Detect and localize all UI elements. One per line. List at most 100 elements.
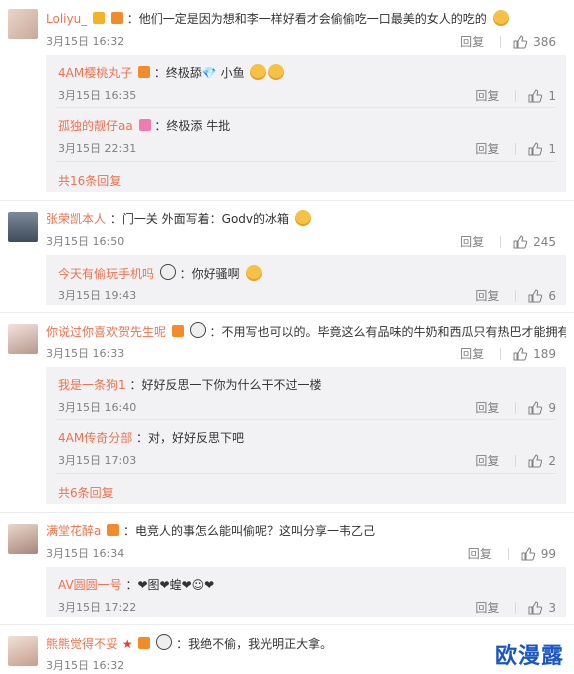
- avatar[interactable]: [8, 9, 38, 39]
- thumbs-up-icon[interactable]: [513, 346, 528, 361]
- like-count: 245: [533, 234, 556, 249]
- reply-item: 我是一条狗1 ：好好反思一下你为什么干不过一楼 3月15日 16:40 回复 9: [58, 376, 566, 416]
- emoji-icon: [492, 10, 509, 26]
- timestamp: 3月15日 16:50: [46, 235, 125, 248]
- badge-icon: [110, 12, 123, 24]
- reply-text: ：终极舔💎 小鱼: [153, 66, 245, 80]
- reply-actions: 回复 2: [475, 452, 556, 469]
- divider: [500, 347, 502, 360]
- username[interactable]: 你说过你喜欢贺先生呢: [46, 325, 166, 339]
- emoji-icon: [268, 64, 285, 80]
- like-count: 1: [548, 88, 556, 103]
- comment-text: ：门一关 外面写着：Godv的冰箱: [109, 212, 290, 226]
- badge-icon: [107, 524, 120, 536]
- reply-header: 孤独的靓仔aa ：终极添 牛批: [58, 117, 566, 134]
- thumbs-up-icon[interactable]: [528, 288, 543, 303]
- watermark: 欧漫露: [494, 644, 564, 669]
- like-count: 386: [533, 34, 556, 49]
- reply-username[interactable]: 今天有偷玩手机吗: [58, 267, 154, 281]
- divider: [515, 89, 517, 102]
- reply-button[interactable]: 回复: [460, 233, 484, 250]
- reply-button[interactable]: 回复: [475, 599, 499, 616]
- thumbs-up-icon[interactable]: [528, 453, 543, 468]
- reply-button[interactable]: 回复: [475, 452, 499, 469]
- comment: 熊熊觉得不妥 ★ ：我绝不偷，我光明正大拿。 3月15日 16:32: [0, 624, 574, 674]
- reply-text: ：对，好好反思下吧: [136, 431, 245, 445]
- comment-header: 熊熊觉得不妥 ★ ：我绝不偷，我光明正大拿。: [46, 634, 464, 652]
- avatar[interactable]: [8, 212, 38, 242]
- reply-list: AV圆圆一号 ：❤图❤蝗❤☺❤ 3月15日 17:22 回复 3: [46, 567, 566, 617]
- comment-text: ：他们一定是因为想和李一样好看才会偷偷吃一口最美的女人的吃的: [126, 12, 487, 26]
- reply-button[interactable]: 回复: [475, 399, 499, 416]
- comment: Loliyu_ ：他们一定是因为想和李一样好看才会偷偷吃一口最美的女人的吃的 3…: [0, 0, 574, 200]
- comment-actions: 回复 245: [460, 233, 556, 250]
- avatar[interactable]: [8, 324, 38, 354]
- timestamp: 3月15日 22:31: [58, 142, 137, 155]
- username[interactable]: 熊熊觉得不妥: [46, 637, 118, 651]
- avatar[interactable]: [8, 524, 38, 554]
- reply-button[interactable]: 回复: [475, 87, 499, 104]
- divider: [507, 547, 509, 560]
- divider: [56, 473, 556, 474]
- reply-button[interactable]: 回复: [475, 140, 499, 157]
- star-icon: ★: [121, 637, 133, 651]
- reply-username[interactable]: 4AM传奇分部: [58, 431, 132, 445]
- reply-text: ：好好反思一下你为什么干不过一楼: [129, 378, 322, 392]
- timestamp: 3月15日 17:03: [58, 454, 137, 467]
- more-replies-link[interactable]: 共16条回复: [58, 172, 121, 189]
- emoji-icon: [294, 210, 311, 226]
- timestamp: 3月15日 16:35: [58, 89, 137, 102]
- reply-username[interactable]: 我是一条狗1: [58, 378, 126, 392]
- username[interactable]: 张荣凯本人: [46, 212, 106, 226]
- thumbs-up-icon[interactable]: [528, 400, 543, 415]
- comment-text: ：电竞人的事怎么能叫偷呢？这叫分享一韦乙己: [123, 524, 376, 538]
- more-replies-link[interactable]: 共6条回复: [58, 484, 114, 501]
- timestamp: 3月15日 16:32: [46, 659, 125, 672]
- like-count: 9: [548, 400, 556, 415]
- comment-actions: 回复 99: [468, 545, 556, 562]
- comment-header: 你说过你喜欢贺先生呢 ：不用写也可以的。毕竟这么有品味的牛奶和西瓜只有热巴才能拥…: [46, 322, 566, 340]
- thumbs-up-icon[interactable]: [528, 88, 543, 103]
- reply-list: 今天有偷玩手机吗 ：你好骚啊 3月15日 19:43 回复 6: [46, 255, 566, 305]
- thumbs-up-icon[interactable]: [521, 546, 535, 561]
- divider: [515, 142, 517, 155]
- reply-username[interactable]: AV圆圆一号: [58, 578, 122, 592]
- divider: [515, 401, 517, 414]
- reply-item: 孤独的靓仔aa ：终极添 牛批 3月15日 22:31 回复 1: [58, 117, 566, 157]
- thumbs-up-icon[interactable]: [513, 34, 528, 49]
- like-count: 1: [548, 141, 556, 156]
- reply-button[interactable]: 回复: [468, 545, 492, 562]
- reply-username[interactable]: 孤独的靓仔aa: [58, 119, 133, 133]
- reply-button[interactable]: 回复: [460, 33, 484, 50]
- reply-item: 4AM樱桃丸子 ：终极舔💎 小鱼 3月15日 16:35 回复 1: [58, 64, 566, 104]
- divider: [500, 235, 502, 248]
- thumbs-up-icon[interactable]: [528, 600, 543, 615]
- like-count: 3: [548, 600, 556, 615]
- divider: [56, 107, 556, 108]
- like-count: 6: [548, 288, 556, 303]
- username[interactable]: 满堂花醉a: [46, 524, 101, 538]
- reply-item: AV圆圆一号 ：❤图❤蝗❤☺❤ 3月15日 17:22 回复 3: [58, 576, 566, 616]
- verified-icon: [93, 12, 106, 24]
- divider: [56, 419, 556, 420]
- like-count: 189: [533, 346, 556, 361]
- reply-button[interactable]: 回复: [460, 345, 484, 362]
- emoji-icon: [250, 64, 267, 80]
- thumbs-up-icon[interactable]: [528, 141, 543, 156]
- reply-username[interactable]: 4AM樱桃丸子: [58, 66, 132, 80]
- reply-list: 4AM樱桃丸子 ：终极舔💎 小鱼 3月15日 16:35 回复 1 孤独的靓仔a…: [46, 55, 566, 192]
- reply-actions: 回复 3: [475, 599, 556, 616]
- heart-badge-icon: [138, 119, 151, 131]
- thumbs-up-icon[interactable]: [513, 234, 528, 249]
- username[interactable]: Loliyu_: [46, 12, 87, 26]
- reply-button[interactable]: 回复: [475, 287, 499, 304]
- timestamp: 3月15日 16:32: [46, 35, 125, 48]
- comment-header: 满堂花醉a ：电竞人的事怎么能叫偷呢？这叫分享一韦乙己: [46, 522, 566, 539]
- divider: [515, 289, 517, 302]
- badge-icon: [138, 637, 151, 649]
- comment-actions: 回复 189: [460, 345, 556, 362]
- avatar[interactable]: [8, 636, 38, 666]
- divider: [515, 454, 517, 467]
- reply-header: 4AM樱桃丸子 ：终极舔💎 小鱼: [58, 64, 566, 81]
- like-count: 99: [540, 546, 556, 561]
